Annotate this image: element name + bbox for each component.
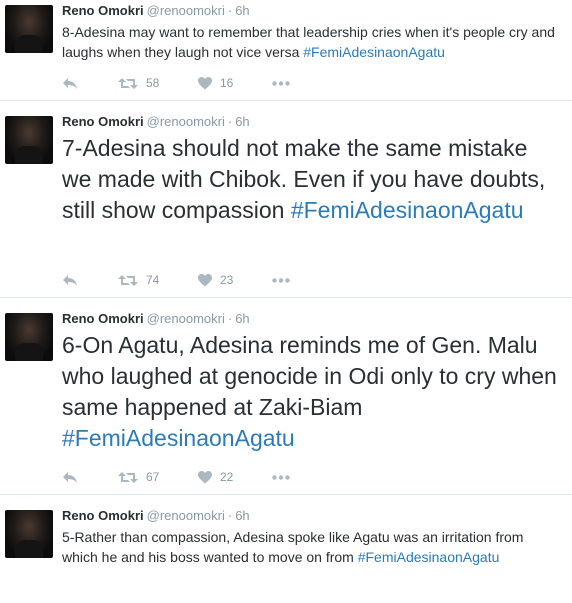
separator: · bbox=[227, 3, 233, 18]
like-count: 16 bbox=[220, 76, 234, 90]
tweet-actions: 67 22 bbox=[62, 467, 302, 487]
tweet-item[interactable]: Reno Omokri @renoomokri · 6h 8-Adesina may … bbox=[0, 0, 572, 101]
retweet-count: 67 bbox=[146, 470, 160, 484]
reply-button[interactable] bbox=[62, 471, 118, 484]
tweet-header: Reno Omokri @renoomokri · 6h bbox=[62, 507, 250, 525]
avatar[interactable] bbox=[5, 116, 53, 164]
hashtag-link[interactable]: #FemiAdesinaonAgatu bbox=[291, 197, 524, 223]
reply-icon bbox=[63, 274, 77, 286]
retweet-icon bbox=[118, 274, 138, 286]
retweet-button[interactable]: 74 bbox=[118, 273, 198, 287]
hashtag-link[interactable]: #FemiAdesinaonAgatu bbox=[62, 425, 295, 451]
heart-icon bbox=[198, 470, 212, 483]
author-name[interactable]: Reno Omokri bbox=[62, 114, 144, 129]
avatar[interactable] bbox=[5, 5, 53, 53]
tweet-item[interactable]: Reno Omokri @renoomokri · 6h 7-Adesina shou… bbox=[0, 101, 572, 298]
author-name[interactable]: Reno Omokri bbox=[62, 311, 144, 326]
tweet-text: 7-Adesina should not make the same mista… bbox=[62, 133, 562, 226]
author-handle[interactable]: @renoomokri bbox=[147, 508, 225, 523]
reply-button[interactable] bbox=[62, 274, 118, 287]
tweet-header: Reno Omokri @renoomokri · 6h bbox=[62, 310, 250, 328]
retweet-button[interactable]: 58 bbox=[118, 76, 198, 90]
retweet-icon bbox=[118, 471, 138, 483]
more-icon bbox=[272, 80, 290, 86]
avatar[interactable] bbox=[5, 313, 53, 361]
tweet-text: 5-Rather than compassion, Adesina spoke … bbox=[62, 527, 562, 567]
tweet-header: Reno Omokri @renoomokri · 6h bbox=[62, 113, 250, 131]
timestamp[interactable]: 6h bbox=[235, 508, 249, 523]
retweet-count: 74 bbox=[146, 273, 160, 287]
heart-icon bbox=[198, 273, 212, 286]
hashtag-link[interactable]: #FemiAdesinaonAgatu bbox=[303, 44, 445, 60]
author-handle[interactable]: @renoomokri bbox=[147, 3, 225, 18]
reply-icon bbox=[63, 77, 77, 89]
avatar[interactable] bbox=[5, 510, 53, 558]
timestamp[interactable]: 6h bbox=[235, 311, 249, 326]
tweet-timeline: Reno Omokri @renoomokri · 6h 8-Adesina may … bbox=[0, 0, 572, 603]
tweet-actions: 58 16 bbox=[62, 73, 302, 93]
like-button[interactable]: 23 bbox=[198, 273, 272, 287]
author-handle[interactable]: @renoomokri bbox=[147, 114, 225, 129]
more-icon bbox=[272, 474, 290, 480]
retweet-count: 58 bbox=[146, 76, 160, 90]
tweet-text: 8-Adesina may want to remember that lead… bbox=[62, 22, 562, 62]
tweet-header: Reno Omokri @renoomokri · 6h bbox=[62, 2, 250, 20]
retweet-button[interactable]: 67 bbox=[118, 470, 198, 484]
more-button[interactable] bbox=[272, 80, 302, 86]
tweet-body: 6-On Agatu, Adesina reminds me of Gen. M… bbox=[62, 332, 557, 420]
like-button[interactable]: 16 bbox=[198, 76, 272, 90]
author-name[interactable]: Reno Omokri bbox=[62, 3, 144, 18]
like-count: 23 bbox=[220, 273, 234, 287]
reply-button[interactable] bbox=[62, 77, 118, 90]
tweet-actions: 74 23 bbox=[62, 270, 302, 290]
timestamp[interactable]: 6h bbox=[235, 3, 249, 18]
timestamp[interactable]: 6h bbox=[235, 114, 249, 129]
tweet-item[interactable]: Reno Omokri @renoomokri · 6h 6-On Agatu, Ad… bbox=[0, 298, 572, 495]
reply-icon bbox=[63, 471, 77, 483]
separator: · bbox=[227, 508, 233, 523]
retweet-icon bbox=[118, 77, 138, 89]
like-count: 22 bbox=[220, 470, 234, 484]
more-icon bbox=[272, 277, 290, 283]
more-button[interactable] bbox=[272, 474, 302, 480]
separator: · bbox=[227, 114, 233, 129]
author-handle[interactable]: @renoomokri bbox=[147, 311, 225, 326]
separator: · bbox=[227, 311, 233, 326]
tweet-text: 6-On Agatu, Adesina reminds me of Gen. M… bbox=[62, 330, 562, 454]
author-name[interactable]: Reno Omokri bbox=[62, 508, 144, 523]
tweet-item[interactable]: Reno Omokri @renoomokri · 6h 5-Rather than … bbox=[0, 495, 572, 603]
more-button[interactable] bbox=[272, 277, 302, 283]
heart-icon bbox=[198, 76, 212, 89]
like-button[interactable]: 22 bbox=[198, 470, 272, 484]
hashtag-link[interactable]: #FemiAdesinaonAgatu bbox=[358, 549, 500, 565]
